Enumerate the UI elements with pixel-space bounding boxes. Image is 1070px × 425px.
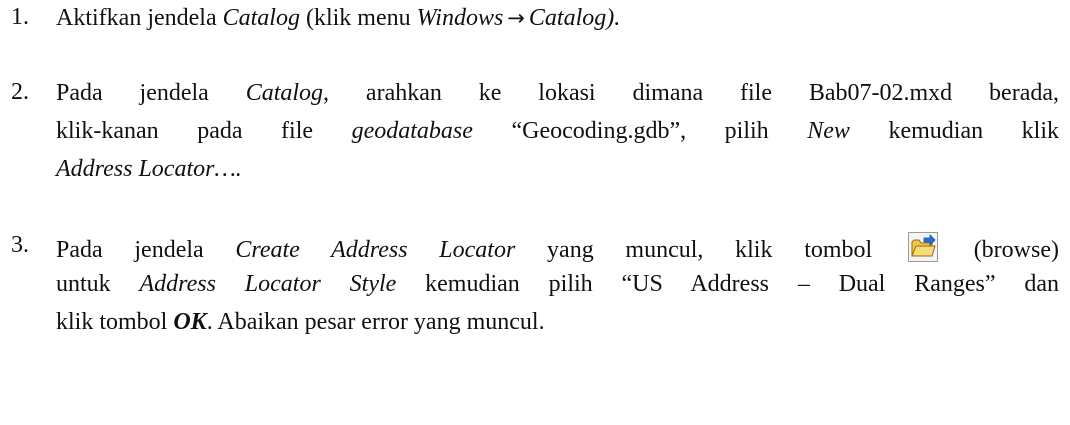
geodatabase-term: geodatabase xyxy=(351,118,473,144)
ok-term: OK xyxy=(173,309,207,335)
step-1-line-1: Aktifkan jendela Catalog (klik menu Wind… xyxy=(56,4,620,32)
windows-menu-term: Windows xyxy=(416,5,504,31)
text: klik-kanan pada file xyxy=(56,118,352,144)
text: yang muncul, klik tombol xyxy=(515,237,873,263)
open-folder-browse-icon xyxy=(907,232,938,262)
step-2-line-3: Address Locator…. xyxy=(56,155,242,183)
new-menu-term: New xyxy=(807,118,850,144)
step-2-line-1: Pada jendela Catalog, arahkan ke lokasi … xyxy=(56,79,1059,107)
step-3-line-2: untuk Address Locator Style kemudian pil… xyxy=(56,270,1059,298)
text: Pada jendela xyxy=(56,80,246,106)
step-number: 1. xyxy=(11,4,29,30)
text: “Geocoding.gdb”, pilih xyxy=(472,118,808,144)
text: , arahkan ke lokasi dimana file Bab07-02… xyxy=(323,80,1059,106)
text: Pada jendela xyxy=(56,237,236,263)
catalog-term: Catalog xyxy=(245,80,324,106)
catalog-term: Catalog). xyxy=(528,5,621,31)
step-3-line-3: klik tombol OK. Abaikan pesar error yang… xyxy=(56,308,545,336)
text: Aktifkan jendela xyxy=(56,5,223,31)
text: kemudian pilih “US Address – Dual Ranges… xyxy=(396,271,1060,297)
step-number: 2. xyxy=(11,79,29,105)
text: . Abaikan pesar error yang muncul. xyxy=(206,309,545,335)
text: untuk xyxy=(56,271,140,297)
step-number: 3. xyxy=(11,232,29,258)
text: klik tombol xyxy=(56,309,174,335)
address-locator-style-term: Address Locator Style xyxy=(139,271,397,297)
text: (klik menu xyxy=(299,5,417,31)
text: kemudian klik xyxy=(849,118,1059,144)
step-2-line-2: klik-kanan pada file geodatabase “Geocod… xyxy=(56,117,1059,145)
create-address-locator-term: Create Address Locator xyxy=(235,237,516,263)
address-locator-term: Address Locator…. xyxy=(56,156,242,182)
step-3-line-1: Pada jendela Create Address Locator yang… xyxy=(56,232,1059,264)
catalog-term: Catalog xyxy=(222,5,300,31)
text: (browse) xyxy=(973,237,1059,263)
right-arrow-icon: → xyxy=(507,6,525,30)
